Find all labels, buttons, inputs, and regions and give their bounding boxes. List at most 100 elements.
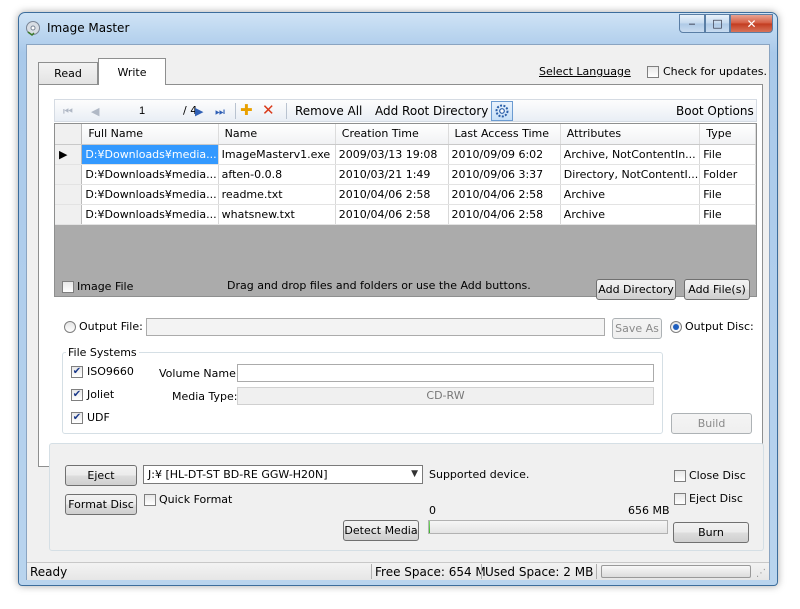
- format-disc-button[interactable]: Format Disc: [65, 494, 137, 515]
- add-files-button[interactable]: Add File(s): [684, 279, 750, 300]
- add-root-directory-button[interactable]: Add Root Directory: [375, 104, 488, 118]
- udf-label: UDF: [87, 411, 110, 424]
- cell-name[interactable]: whatsnew.txt: [218, 204, 336, 225]
- cell-attributes[interactable]: Archive, NotContentIn...: [560, 144, 701, 165]
- cell-type[interactable]: File: [699, 204, 756, 225]
- cell-creation-time[interactable]: 2010/04/06 2:58: [335, 184, 449, 205]
- cell-creation-time[interactable]: 2009/03/13 19:08: [335, 144, 449, 165]
- last-page-icon[interactable]: ⏭: [215, 105, 225, 119]
- add-icon[interactable]: ✚: [240, 101, 253, 119]
- udf-checkbox[interactable]: ✔: [71, 412, 83, 424]
- cell-attributes[interactable]: Archive: [560, 184, 701, 205]
- file-grid[interactable]: Full Name Name Creation Time Last Access…: [54, 123, 757, 297]
- row-marker: [55, 184, 83, 205]
- first-page-icon[interactable]: ⏮: [63, 105, 73, 119]
- drag-drop-hint: Drag and drop files and folders or use t…: [227, 279, 531, 292]
- close-button[interactable]: ✕: [730, 14, 773, 33]
- row-marker: ▶: [55, 144, 83, 165]
- table-row[interactable]: D:¥Downloads¥media... readme.txt 2010/04…: [55, 184, 756, 205]
- status-separator: [371, 564, 372, 579]
- output-disc-radio[interactable]: [670, 321, 682, 333]
- image-file-label: Image File: [77, 280, 134, 293]
- next-page-icon[interactable]: ▶: [195, 105, 203, 118]
- minimize-button[interactable]: ‒: [679, 14, 705, 33]
- app-disc-icon: [25, 20, 41, 36]
- column-header-type[interactable]: Type: [699, 124, 756, 145]
- capacity-bar: [428, 520, 668, 534]
- file-systems-legend: File Systems: [66, 346, 139, 359]
- column-header-full-name[interactable]: Full Name: [81, 124, 219, 145]
- chevron-down-icon: ▼: [411, 469, 418, 479]
- prev-page-icon[interactable]: ◀: [91, 105, 99, 118]
- cell-name[interactable]: aften-0.0.8: [218, 164, 336, 185]
- capacity-max-label: 656 MB: [628, 504, 670, 517]
- cell-attributes[interactable]: Archive: [560, 204, 701, 225]
- cell-type[interactable]: Folder: [699, 164, 756, 185]
- build-button[interactable]: Build: [671, 413, 752, 434]
- eject-disc-checkbox[interactable]: [674, 493, 686, 505]
- iso9660-label: ISO9660: [87, 365, 134, 378]
- row-marker: [55, 164, 83, 185]
- remove-all-button[interactable]: Remove All: [295, 104, 362, 118]
- tab-read[interactable]: Read: [38, 62, 98, 84]
- status-separator: [481, 564, 482, 579]
- quick-format-label: Quick Format: [159, 493, 233, 506]
- cell-creation-time[interactable]: 2010/04/06 2:58: [335, 204, 449, 225]
- boot-options-button[interactable]: Boot Options: [676, 104, 754, 118]
- volume-name-label: Volume Name:: [159, 367, 240, 380]
- cell-full-name[interactable]: D:¥Downloads¥media...: [81, 164, 219, 185]
- column-header-name[interactable]: Name: [218, 124, 336, 145]
- client-area: Read Write Select Language Check for upd…: [26, 44, 770, 580]
- eject-button[interactable]: Eject: [65, 465, 137, 486]
- page-number-input[interactable]: [137, 103, 177, 118]
- title-bar[interactable]: Image Master ‒ □ ✕: [19, 13, 777, 43]
- cell-last-access-time[interactable]: 2010/04/06 2:58: [448, 204, 561, 225]
- cell-attributes[interactable]: Directory, NotContentI...: [560, 164, 701, 185]
- cell-name[interactable]: ImageMasterv1.exe: [218, 144, 336, 165]
- maximize-button[interactable]: □: [705, 14, 730, 33]
- cell-full-name[interactable]: D:¥Downloads¥media...: [81, 144, 219, 165]
- cell-last-access-time[interactable]: 2010/04/06 2:58: [448, 184, 561, 205]
- check-updates-checkbox[interactable]: [647, 66, 659, 78]
- device-status: Supported device.: [429, 468, 530, 481]
- select-language-link[interactable]: Select Language: [539, 65, 631, 78]
- volume-name-input[interactable]: [237, 364, 654, 382]
- file-table: Full Name Name Creation Time Last Access…: [55, 124, 756, 225]
- table-row[interactable]: D:¥Downloads¥media... whatsnew.txt 2010/…: [55, 204, 756, 225]
- maximize-icon: □: [712, 17, 723, 30]
- cell-type[interactable]: File: [699, 144, 756, 165]
- add-directory-button[interactable]: Add Directory: [596, 279, 676, 300]
- joliet-checkbox[interactable]: ✔: [71, 389, 83, 401]
- close-icon: ✕: [746, 16, 757, 31]
- save-as-button[interactable]: Save As: [612, 318, 662, 339]
- radio-selected-dot: [673, 324, 679, 330]
- image-file-checkbox[interactable]: [62, 281, 74, 293]
- column-header-last-access-time[interactable]: Last Access Time: [448, 124, 561, 145]
- tab-write[interactable]: Write: [98, 58, 166, 85]
- cell-last-access-time[interactable]: 2010/09/09 6:02: [448, 144, 561, 165]
- quick-format-checkbox[interactable]: [144, 494, 156, 506]
- column-header-creation-time[interactable]: Creation Time: [335, 124, 449, 145]
- table-row[interactable]: D:¥Downloads¥media... aften-0.0.8 2010/0…: [55, 164, 756, 185]
- cell-type[interactable]: File: [699, 184, 756, 205]
- output-file-input[interactable]: [146, 318, 605, 336]
- burn-button[interactable]: Burn: [673, 522, 749, 543]
- cell-creation-time[interactable]: 2010/03/21 1:49: [335, 164, 449, 185]
- cell-last-access-time[interactable]: 2010/09/06 3:37: [448, 164, 561, 185]
- table-row[interactable]: ▶ D:¥Downloads¥media... ImageMasterv1.ex…: [55, 144, 756, 165]
- detect-media-button[interactable]: Detect Media: [343, 520, 419, 541]
- drive-select[interactable]: J:¥ [HL-DT-ST BD-RE GGW-H20N] ▼: [143, 465, 423, 484]
- iso9660-checkbox[interactable]: ✔: [71, 366, 83, 378]
- resize-grip-icon[interactable]: ⋰: [756, 568, 766, 579]
- remove-icon[interactable]: ✕: [262, 101, 275, 119]
- settings-button[interactable]: [491, 101, 513, 121]
- check-updates-label: Check for updates.: [663, 65, 767, 78]
- joliet-label: Joliet: [87, 388, 115, 401]
- minimize-icon: ‒: [688, 17, 696, 30]
- cell-full-name[interactable]: D:¥Downloads¥media...: [81, 184, 219, 205]
- close-disc-checkbox[interactable]: [674, 470, 686, 482]
- output-file-radio[interactable]: [64, 321, 76, 333]
- cell-full-name[interactable]: D:¥Downloads¥media...: [81, 204, 219, 225]
- column-header-attributes[interactable]: Attributes: [560, 124, 701, 145]
- cell-name[interactable]: readme.txt: [218, 184, 336, 205]
